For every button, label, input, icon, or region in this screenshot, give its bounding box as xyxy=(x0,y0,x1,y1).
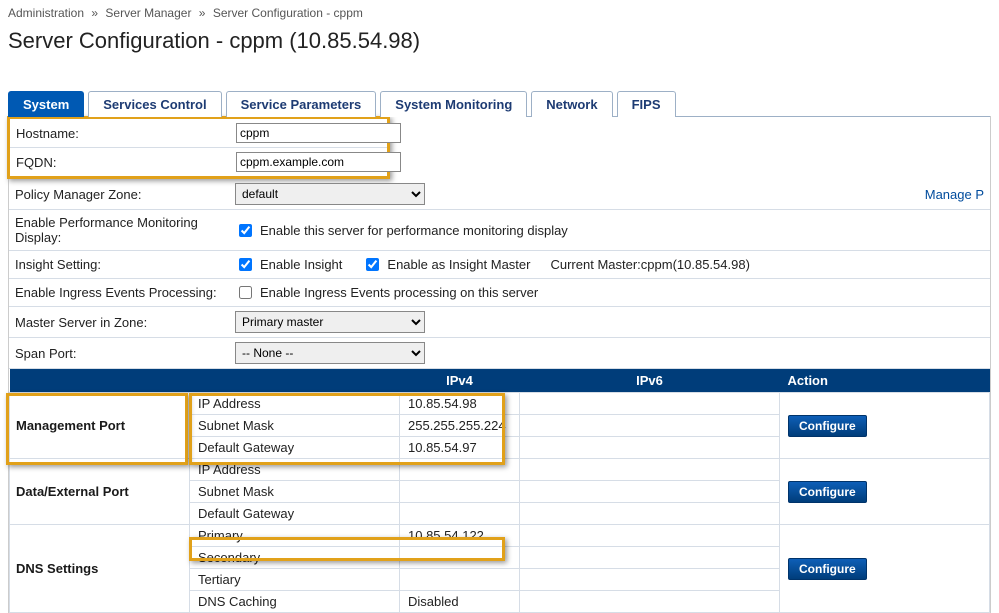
tab-service-parameters[interactable]: Service Parameters xyxy=(226,91,377,117)
insight-master-label[interactable]: Enable as Insight Master xyxy=(362,255,530,274)
dns-caching-label: DNS Caching xyxy=(190,591,400,613)
mgmt-configure-button[interactable]: Configure xyxy=(788,415,867,437)
insight-master-text: Enable as Insight Master xyxy=(387,257,530,272)
perf-check-text: Enable this server for performance monit… xyxy=(260,223,568,238)
ingress-label: Enable Ingress Events Processing: xyxy=(9,282,231,303)
page-title: Server Configuration - cppm (10.85.54.98… xyxy=(8,28,991,54)
span-label: Span Port: xyxy=(9,343,231,364)
zone-select[interactable]: default xyxy=(235,183,425,205)
data-gw-label: Default Gateway xyxy=(190,503,400,525)
dns-configure-button[interactable]: Configure xyxy=(788,558,867,580)
insight-enable-checkbox[interactable] xyxy=(239,258,252,271)
data-section: Data/External Port xyxy=(10,459,190,525)
master-label: Master Server in Zone: xyxy=(9,312,231,333)
data-ip-label: IP Address xyxy=(190,459,400,481)
dns-tertiary-label: Tertiary xyxy=(190,569,400,591)
mgmt-gw-value: 10.85.54.97 xyxy=(400,437,520,459)
hostname-input[interactable] xyxy=(236,123,401,143)
breadcrumb-current: Server Configuration - cppm xyxy=(213,6,363,20)
insight-enable-label[interactable]: Enable Insight xyxy=(235,255,342,274)
zone-label: Policy Manager Zone: xyxy=(9,184,231,205)
mgmt-section: Management Port xyxy=(10,393,190,459)
ingress-checkbox[interactable] xyxy=(239,286,252,299)
manage-zones-link[interactable]: Manage P xyxy=(925,187,984,202)
tab-services-control[interactable]: Services Control xyxy=(88,91,221,117)
breadcrumb-admin[interactable]: Administration xyxy=(8,6,84,20)
network-table: IPv4 IPv6 Action Management Port IP Addr… xyxy=(9,369,990,613)
breadcrumb-sep: » xyxy=(87,6,102,20)
span-select[interactable]: -- None -- xyxy=(235,342,425,364)
dns-secondary-label: Secondary xyxy=(190,547,400,569)
mgmt-mask-value: 255.255.255.224 xyxy=(400,415,520,437)
fqdn-input[interactable] xyxy=(236,152,401,172)
th-ipv4: IPv4 xyxy=(400,369,520,393)
insight-master-checkbox[interactable] xyxy=(366,258,379,271)
insight-current-master: Current Master:cppm(10.85.54.98) xyxy=(550,257,749,272)
tab-fips[interactable]: FIPS xyxy=(617,91,676,117)
th-action: Action xyxy=(780,369,990,393)
insight-label: Insight Setting: xyxy=(9,254,231,275)
th-ipv6: IPv6 xyxy=(520,369,780,393)
insight-enable-text: Enable Insight xyxy=(260,257,342,272)
master-select[interactable]: Primary master xyxy=(235,311,425,333)
dns-primary-label: Primary xyxy=(190,525,400,547)
perf-checkbox-label[interactable]: Enable this server for performance monit… xyxy=(235,221,568,240)
perf-checkbox[interactable] xyxy=(239,224,252,237)
breadcrumb-sep: » xyxy=(195,6,210,20)
ingress-checkbox-label[interactable]: Enable Ingress Events processing on this… xyxy=(235,283,538,302)
tab-network[interactable]: Network xyxy=(531,91,612,117)
form-area: Hostname: FQDN: Policy Manager Zone: def… xyxy=(8,116,991,613)
mgmt-ip-value: 10.85.54.98 xyxy=(400,393,520,415)
dns-caching-value: Disabled xyxy=(400,591,520,613)
tabs: System Services Control Service Paramete… xyxy=(8,90,991,117)
dns-primary-value: 10.85.54.122 xyxy=(400,525,520,547)
hostname-label: Hostname: xyxy=(10,123,232,144)
data-mask-label: Subnet Mask xyxy=(190,481,400,503)
breadcrumb-server-manager[interactable]: Server Manager xyxy=(105,6,191,20)
breadcrumb: Administration » Server Manager » Server… xyxy=(8,4,991,26)
fqdn-label: FQDN: xyxy=(10,152,232,173)
mgmt-ip-label: IP Address xyxy=(190,393,400,415)
tab-system[interactable]: System xyxy=(8,91,84,117)
dns-section: DNS Settings xyxy=(10,525,190,613)
data-configure-button[interactable]: Configure xyxy=(788,481,867,503)
tab-system-monitoring[interactable]: System Monitoring xyxy=(380,91,527,117)
ingress-check-text: Enable Ingress Events processing on this… xyxy=(260,285,538,300)
mgmt-mask-label: Subnet Mask xyxy=(190,415,400,437)
perf-label: Enable Performance Monitoring Display: xyxy=(9,212,231,248)
mgmt-gw-label: Default Gateway xyxy=(190,437,400,459)
